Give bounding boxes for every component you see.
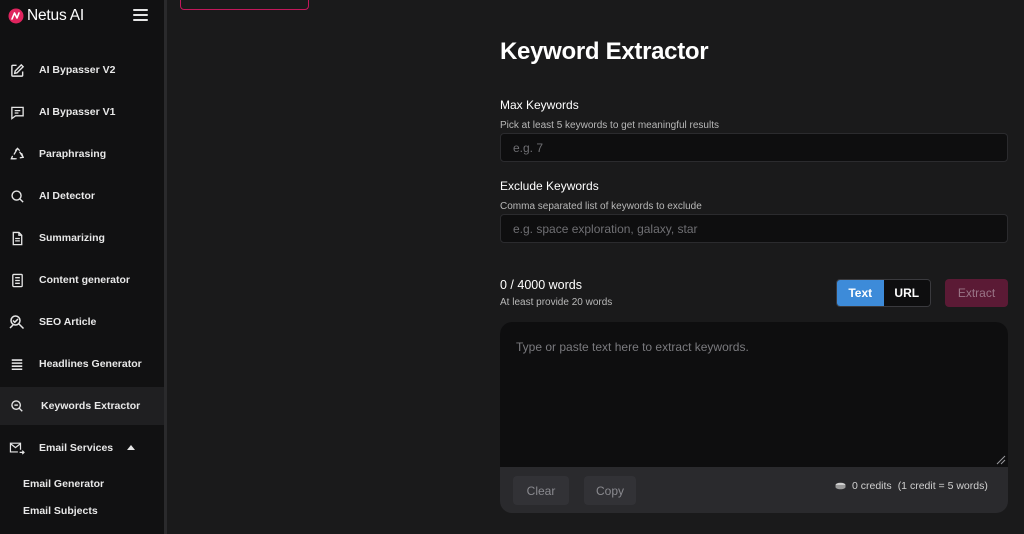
netus-logo-icon [8, 8, 24, 24]
sidebar-item-label: Headlines Generator [39, 358, 142, 370]
text-editor-panel: Clear Copy 0 credits (1 credit = 5 words… [500, 322, 1008, 513]
sidebar-item-ai-bypasser-v2[interactable]: AI Bypasser V2 [0, 51, 164, 89]
sidebar-item-label: Email Services [39, 442, 114, 454]
brand-logo[interactable]: Netus AI [8, 6, 84, 26]
clear-button[interactable]: Clear [513, 476, 569, 505]
extract-button[interactable]: Extract [945, 279, 1008, 307]
sidebar-item-email-services[interactable]: Email Services [0, 429, 164, 467]
sidebar-item-label: Keywords Extractor [41, 400, 141, 412]
search-icon [9, 188, 25, 204]
sidebar-item-summarizing[interactable]: Summarizing [0, 219, 164, 257]
sidebar-divider [164, 0, 167, 534]
max-keywords-hint: Pick at least 5 keywords to get meaningf… [500, 120, 719, 131]
hamburger-menu-icon[interactable] [133, 9, 148, 21]
sidebar-item-paraphrasing[interactable]: Paraphrasing [0, 135, 164, 173]
sidebar-item-label: SEO Article [39, 316, 97, 328]
sidebar-item-label: AI Bypasser V2 [39, 64, 116, 76]
caret-up-icon[interactable] [127, 445, 135, 450]
lines-icon [9, 356, 25, 372]
sidebar-item-label: AI Bypasser V1 [39, 106, 116, 118]
credits-rate: (1 credit = 5 words) [897, 480, 988, 492]
chat-lines-icon [9, 104, 25, 120]
max-keywords-input[interactable] [500, 133, 1008, 162]
sidebar-item-headlines-generator[interactable]: Headlines Generator [0, 345, 164, 383]
max-keywords-label: Max Keywords [500, 98, 579, 112]
sidebar-item-label: Content generator [39, 274, 131, 286]
word-count: 0 / 4000 words [500, 278, 582, 292]
sidebar-item-keywords-extractor[interactable]: Keywords Extractor [0, 387, 164, 425]
sidebar-item-seo-article[interactable]: SEO Article [0, 303, 164, 341]
sidebar-item-ai-detector[interactable]: AI Detector [0, 177, 164, 215]
exclude-keywords-label: Exclude Keywords [500, 179, 599, 193]
zoom-search-icon [9, 398, 25, 414]
recycle-icon [9, 146, 25, 162]
sidebar-item-label: AI Detector [39, 190, 96, 202]
page-title: Keyword Extractor [500, 38, 709, 65]
document-icon [9, 230, 25, 246]
text-input-area[interactable] [500, 322, 1008, 467]
sidebar-item-label: Summarizing [39, 232, 105, 244]
sidebar-item-content-generator[interactable]: Content generator [0, 261, 164, 299]
input-mode-toggle: Text URL [836, 279, 931, 307]
copy-button[interactable]: Copy [584, 476, 636, 505]
sidebar-subitem-email-subjects[interactable]: Email Subjects [23, 505, 98, 517]
pencil-square-icon [9, 62, 25, 78]
exclude-keywords-input[interactable] [500, 214, 1008, 243]
exclude-keywords-hint: Comma separated list of keywords to excl… [500, 201, 702, 212]
sidebar-item-ai-bypasser-v1[interactable]: AI Bypasser V1 [0, 93, 164, 131]
mode-url-button[interactable]: URL [883, 280, 930, 306]
sidebar: Netus AI AI Bypasser V2 AI Bypasser V1 P… [0, 0, 164, 534]
sidebar-item-label: Paraphrasing [39, 148, 107, 160]
brand-name: Netus AI [27, 7, 84, 24]
credits-count: 0 credits [852, 480, 892, 492]
resize-grip-icon[interactable] [994, 453, 1006, 465]
mode-text-button[interactable]: Text [837, 280, 884, 306]
seo-search-icon [9, 314, 25, 330]
sidebar-subitem-email-generator[interactable]: Email Generator [23, 478, 104, 490]
credits-info: 0 credits (1 credit = 5 words) [835, 480, 988, 492]
top-partial-button[interactable] [180, 0, 309, 10]
list-document-icon [9, 272, 25, 288]
word-count-hint: At least provide 20 words [500, 297, 613, 308]
email-send-icon [9, 440, 25, 456]
coin-stack-icon [835, 482, 846, 490]
